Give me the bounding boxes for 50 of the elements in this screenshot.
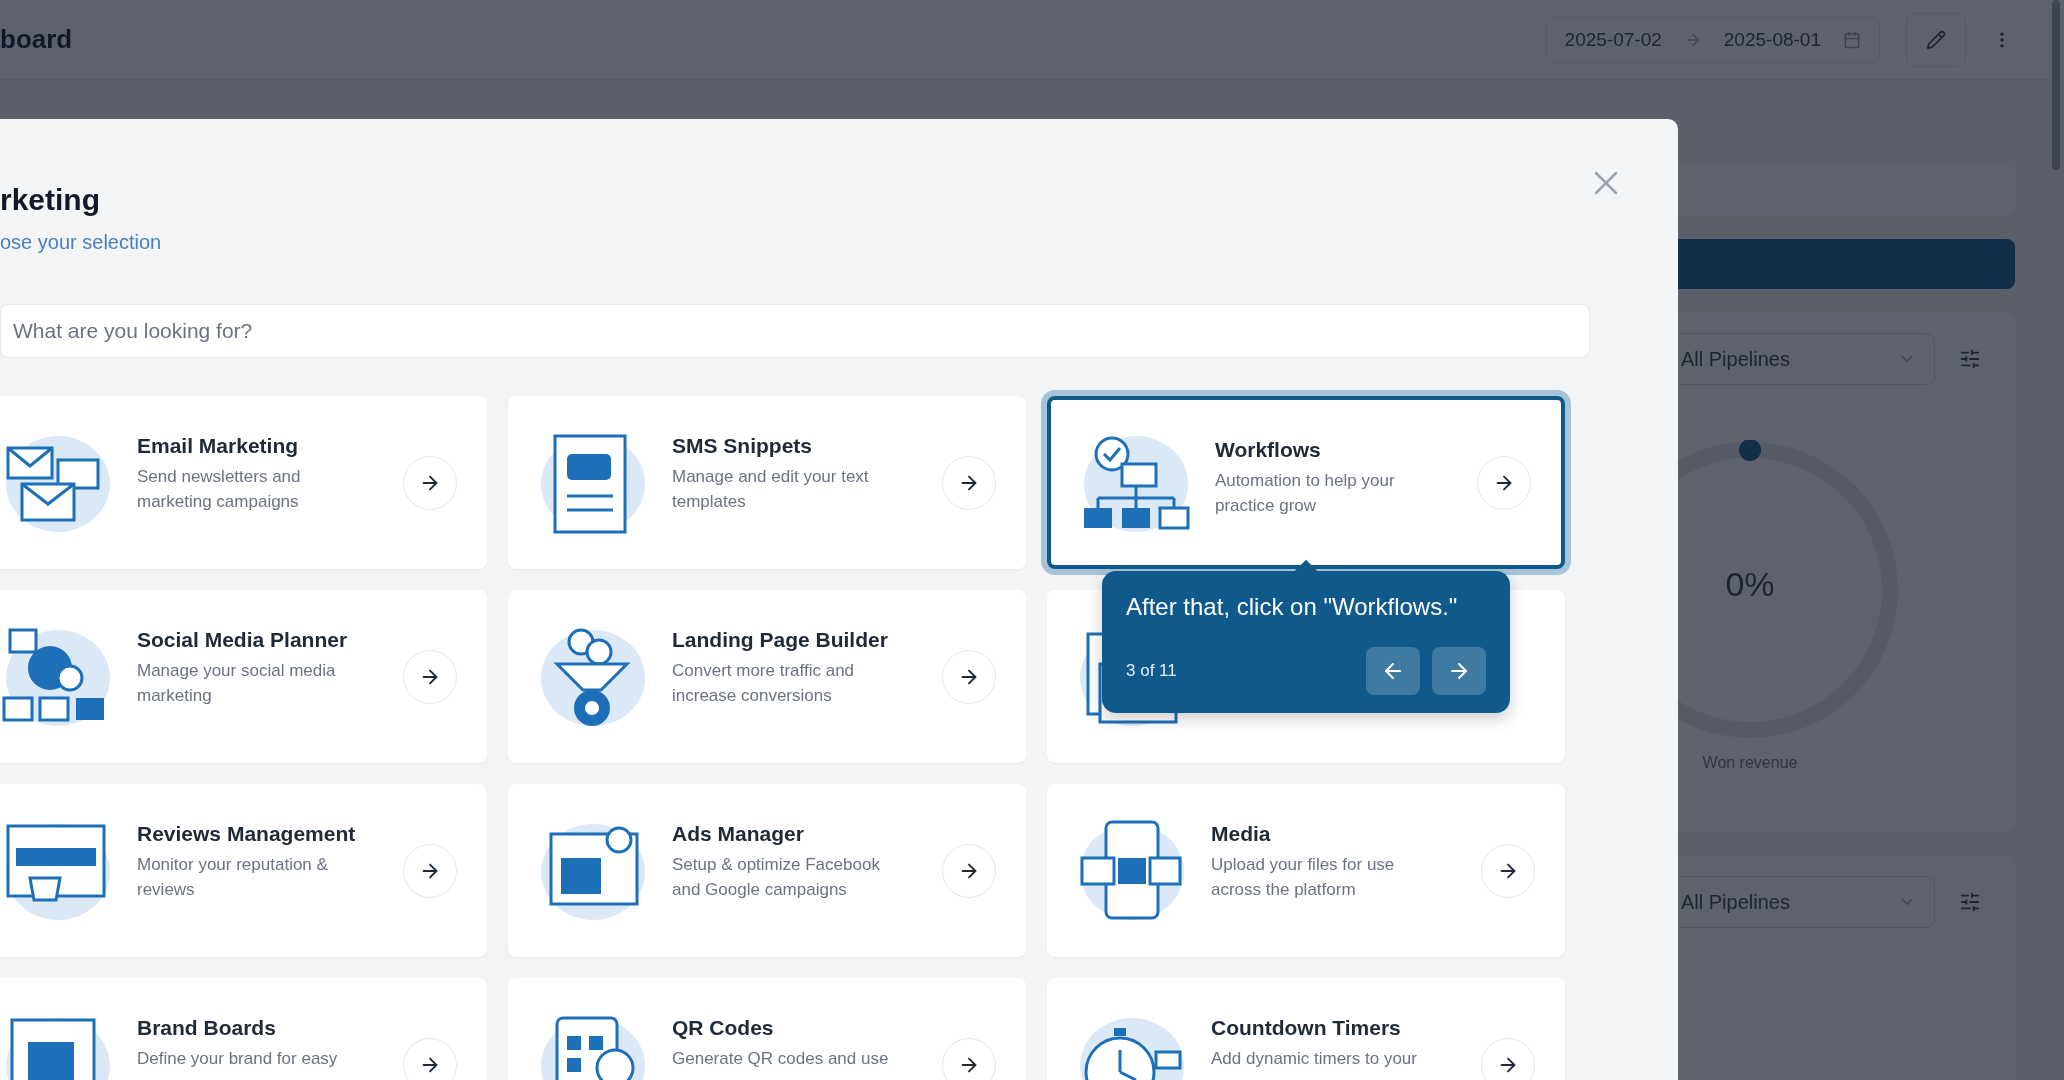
- card-title: Reviews Management: [137, 822, 357, 846]
- edit-button[interactable]: [1906, 12, 1966, 67]
- gauge-value: 0%: [1724, 565, 1776, 604]
- app-card[interactable]: QR Codes Generate QR codes and use: [508, 978, 1026, 1080]
- filter-icon[interactable]: [1959, 348, 1981, 370]
- next-button[interactable]: [1432, 647, 1486, 695]
- app-card[interactable]: Countdown Timers Add dynamic timers to your: [1047, 978, 1565, 1080]
- card-title: Ads Manager: [672, 822, 805, 846]
- card-description: Automation to help your practice grow: [1215, 470, 1396, 517]
- card-title: Workflows: [1215, 438, 1322, 462]
- card-title: SMS Snippets: [672, 434, 814, 458]
- card-description: Setup & optimize Facebook and Google campaigns: [672, 854, 881, 901]
- search-field[interactable]: What are you looking for?: [0, 304, 1590, 358]
- card-title: Media: [1211, 822, 1272, 846]
- app-card[interactable]: Social Media Planner Manage your social media marketing: [0, 590, 487, 763]
- app-card[interactable]: SMS Snippets Manage and edit your text templates: [508, 396, 1026, 569]
- card-description: Manage and edit your text templates: [672, 466, 870, 513]
- calendar-icon: [1843, 30, 1861, 49]
- card-title: Social Media Planner: [137, 628, 349, 652]
- app-card[interactable]: Media Upload your files for use across the platform: [1047, 784, 1565, 957]
- card-title: QR Codes: [672, 1016, 775, 1040]
- card-title: Brand Boards: [137, 1016, 277, 1040]
- card-description: Convert more traffic and increase conversions: [672, 660, 856, 707]
- card-title: Email Marketing: [137, 434, 300, 458]
- scrollbar[interactable]: [2052, 0, 2060, 170]
- app-card[interactable]: Email Marketing Send newsletters and marketing campaigns: [0, 396, 487, 569]
- tooltip-text: After that, click on "Workflows.": [1126, 593, 1459, 621]
- card-description: Monitor your reputation & reviews: [137, 854, 329, 901]
- app-card[interactable]: Landing Page Builder Convert more traffic and increase conversions: [508, 590, 1026, 763]
- card-description: Send newsletters and marketing campaigns: [137, 466, 302, 513]
- card-description: Define your brand for easy: [137, 1048, 339, 1070]
- app-card[interactable]: Brand Boards Define your brand for easy: [0, 978, 487, 1080]
- open-button[interactable]: [403, 1037, 457, 1080]
- card-description: Add dynamic timers to your: [1211, 1048, 1418, 1070]
- app-card[interactable]: Ads Manager Setup & optimize Facebook and Google campaigns: [508, 784, 1026, 957]
- filter-icon[interactable]: [1959, 891, 1981, 913]
- card-description: Upload your files for use across the platform: [1211, 854, 1396, 901]
- open-button[interactable]: [1481, 1037, 1535, 1080]
- card-title: Countdown Timers: [1211, 1016, 1402, 1040]
- app-card[interactable]: Reviews Management Monitor your reputation & reviews: [0, 784, 487, 957]
- step-counter: 3 of 11: [1126, 661, 1177, 681]
- modal-title: rketing: [0, 183, 102, 217]
- card-title: Landing Page Builder: [672, 628, 889, 652]
- previous-button[interactable]: [1366, 647, 1420, 695]
- page-title: board: [0, 24, 73, 55]
- card-description: Manage your social media marketing: [137, 660, 337, 707]
- pencil-icon: [1926, 29, 1946, 50]
- card-description: Generate QR codes and use: [672, 1048, 890, 1070]
- open-button[interactable]: [942, 1037, 996, 1080]
- modal-subtitle: ose your selection: [0, 231, 163, 254]
